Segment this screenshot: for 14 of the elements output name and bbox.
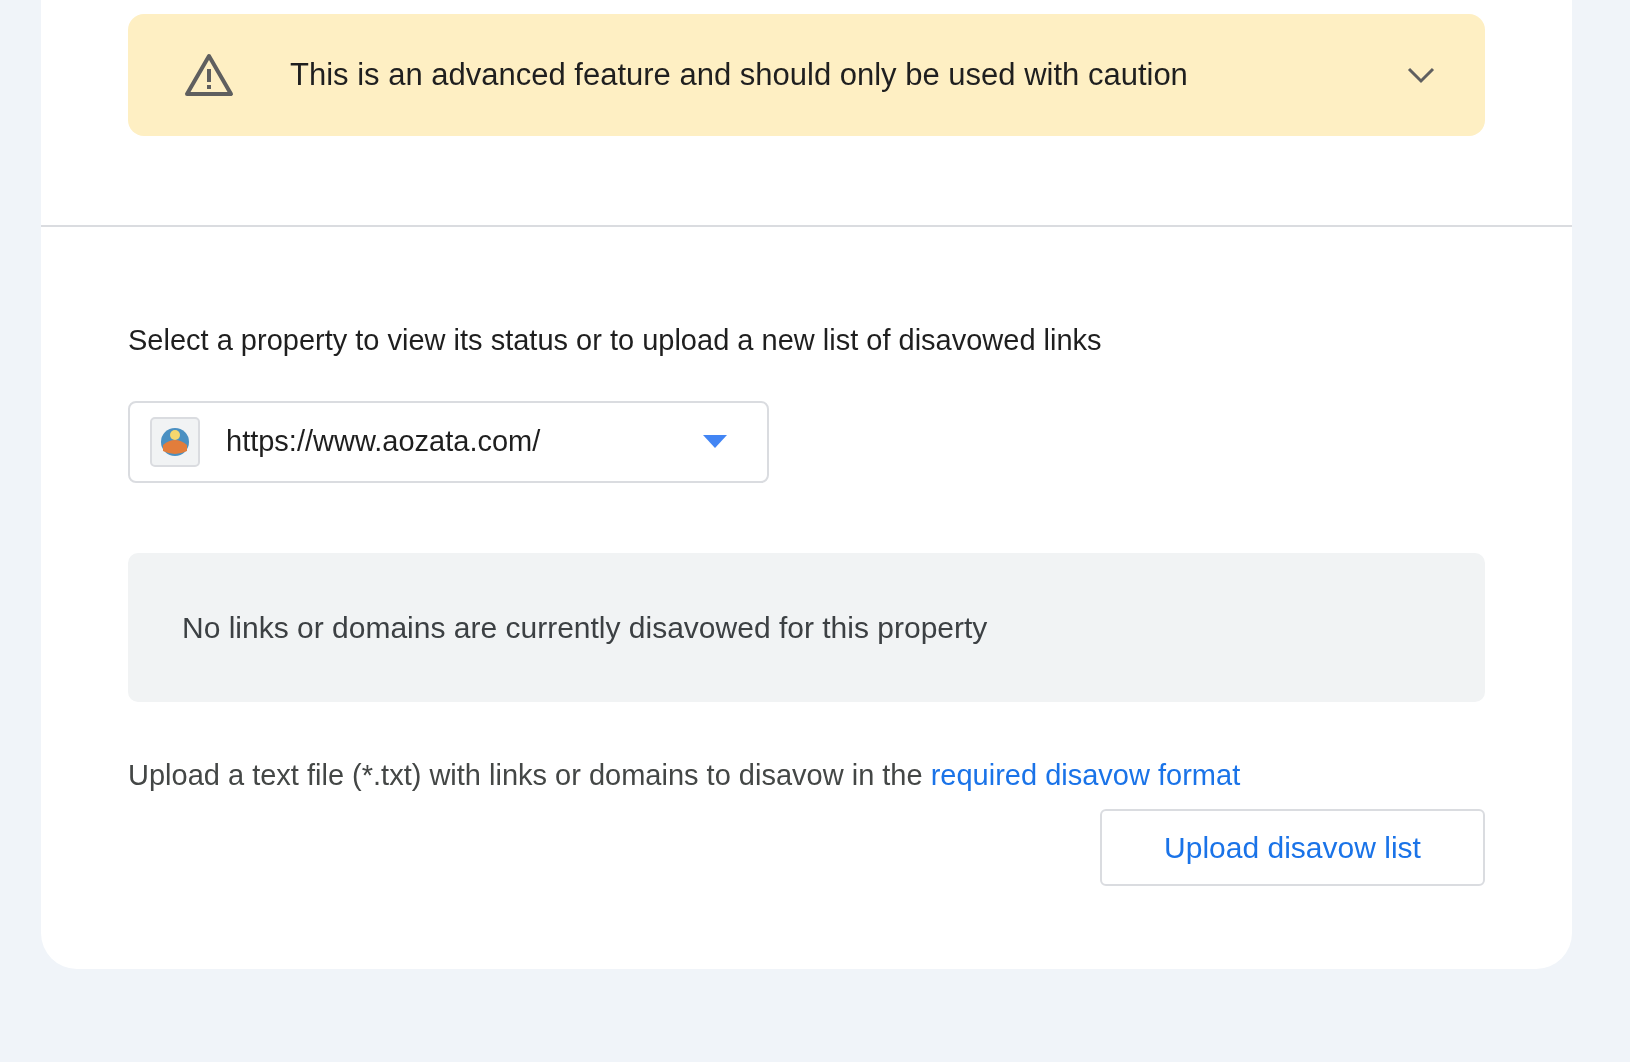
format-link[interactable]: format (1158, 758, 1241, 791)
dropdown-arrow-icon (703, 434, 727, 449)
status-message: No links or domains are currently disavowed for this property (182, 609, 988, 646)
warning-text: This is an advanced feature and should only be used with caution (290, 55, 1189, 94)
instruction-text: Select a property to view its status or to upload a new list of disavowed links (128, 323, 1103, 358)
format-link[interactable]: required disavow (930, 758, 1150, 791)
property-dropdown[interactable]: https://www.aozata.com/ (128, 400, 769, 483)
property-url: https://www.aozata.com/ (226, 423, 542, 459)
upload-help-text: Upload a text file (*.txt) with links or domains to disavow in the required disavow format (128, 757, 1242, 793)
warning-banner[interactable]: This is an advanced feature and should only be used with caution (128, 14, 1485, 136)
chevron-icon[interactable] (1407, 66, 1435, 84)
warning-icon (184, 53, 234, 97)
upload-button[interactable]: Upload disavow list (1100, 808, 1485, 886)
site-favicon-icon (150, 416, 200, 467)
